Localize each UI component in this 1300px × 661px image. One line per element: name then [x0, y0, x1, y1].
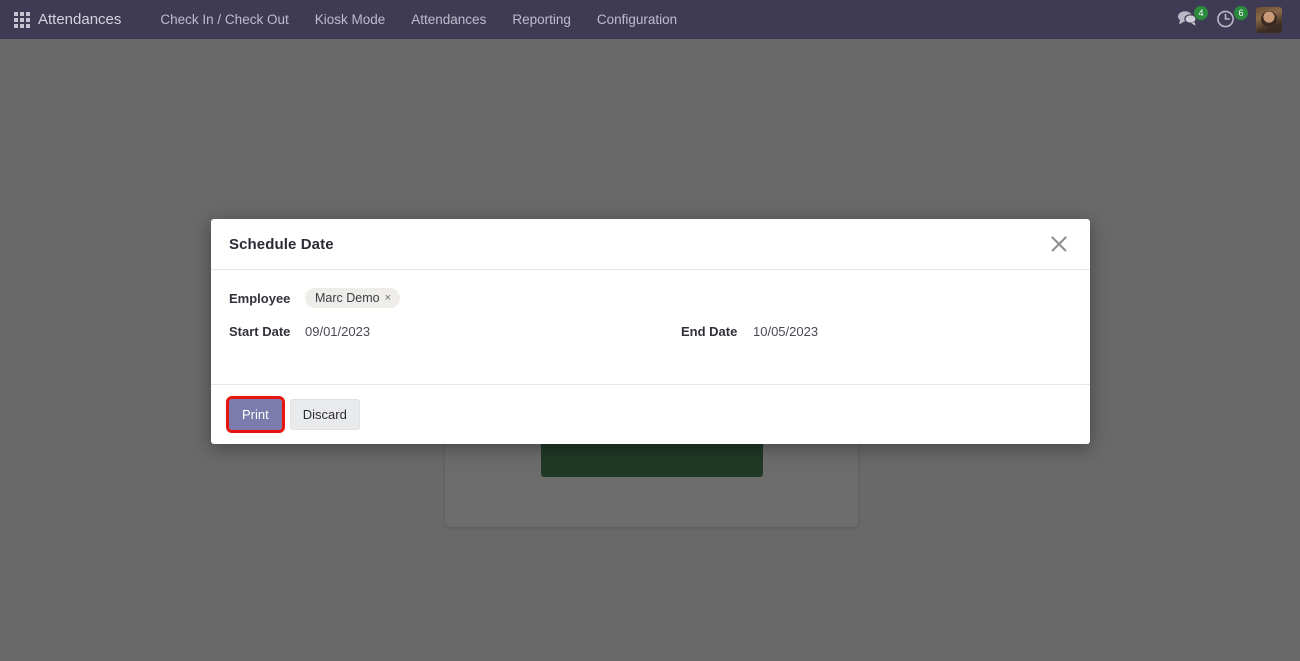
activities-badge: 6	[1234, 5, 1248, 20]
clock-icon	[1217, 10, 1234, 27]
avatar[interactable]	[1256, 6, 1282, 33]
navbar-right-group: 4 6	[1176, 5, 1290, 33]
start-date-field: Start Date 09/01/2023	[229, 324, 681, 339]
employee-label: Employee	[229, 290, 291, 306]
employee-tag-label: Marc Demo	[315, 291, 380, 305]
print-button[interactable]: Print	[226, 396, 285, 433]
schedule-date-dialog: Schedule Date Employee Marc Demo × Start…	[211, 219, 1090, 444]
end-date-input[interactable]: 10/05/2023	[753, 324, 818, 339]
apps-grid-icon[interactable]	[14, 11, 30, 28]
discard-button[interactable]: Discard	[289, 399, 360, 430]
employee-field: Employee Marc Demo ×	[229, 288, 681, 308]
employee-tag[interactable]: Marc Demo ×	[305, 288, 401, 308]
messages-button[interactable]: 4	[1176, 5, 1208, 31]
dialog-footer: Print Discard	[211, 384, 1090, 444]
dialog-body: Employee Marc Demo × Start Date 09/01/20…	[211, 270, 1090, 384]
nav-item-configuration[interactable]: Configuration	[584, 0, 690, 39]
top-navbar: Attendances Check In / Check Out Kiosk M…	[0, 0, 1300, 39]
close-icon[interactable]	[1046, 231, 1072, 257]
nav-item-check-in-check-out[interactable]: Check In / Check Out	[147, 0, 301, 39]
brand-title[interactable]: Attendances	[38, 11, 121, 28]
start-date-input[interactable]: 09/01/2023	[305, 324, 370, 339]
end-date-field: End Date 10/05/2023	[681, 324, 1061, 339]
employee-row: Employee Marc Demo ×	[229, 288, 1072, 308]
nav-item-attendances[interactable]: Attendances	[398, 0, 499, 39]
dates-row: Start Date 09/01/2023 End Date 10/05/202…	[229, 324, 1072, 339]
end-date-label: End Date	[681, 324, 738, 339]
start-date-label: Start Date	[229, 324, 291, 339]
close-icon[interactable]: ×	[385, 292, 391, 304]
dialog-title: Schedule Date	[229, 235, 334, 253]
messages-badge: 4	[1194, 5, 1208, 20]
nav-item-kiosk-mode[interactable]: Kiosk Mode	[302, 0, 399, 39]
nav-item-reporting[interactable]: Reporting	[499, 0, 584, 39]
dialog-header: Schedule Date	[211, 219, 1090, 270]
activities-button[interactable]: 6	[1216, 5, 1248, 31]
